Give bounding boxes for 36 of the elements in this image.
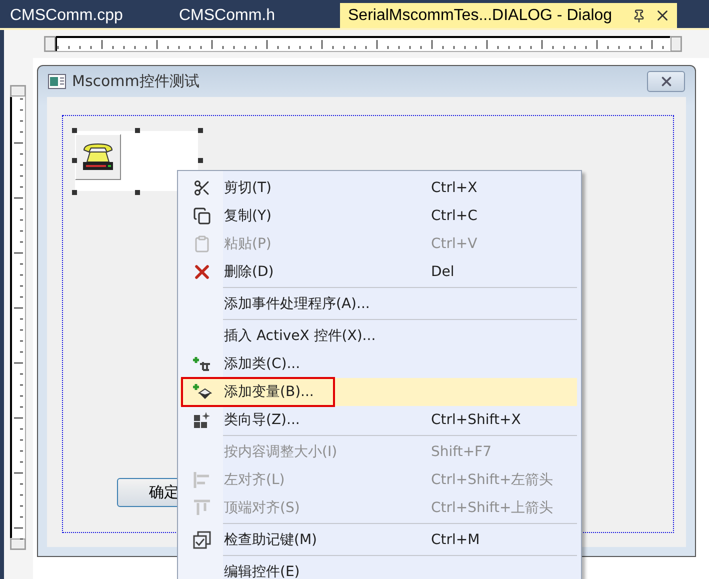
document-tab[interactable]: SerialMscommTes...DIALOG - Dialog [340,3,678,28]
menu-item[interactable]: 添加事件处理程序(A)... [180,290,577,318]
window-icon [48,74,66,89]
resize-handle[interactable] [72,190,77,195]
menu-item[interactable]: 复制(Y) Ctrl+C [180,202,577,230]
menu-item[interactable]: 编辑控件(E) [180,558,577,579]
menu-item[interactable]: 删除(D) Del [180,258,577,286]
clipboard-icon [192,235,210,253]
check-icon [192,531,210,549]
close-button[interactable] [647,71,685,92]
resize-handle[interactable] [135,128,140,133]
resize-handle[interactable] [72,128,77,133]
class-wizard-icon [192,411,210,429]
menu-item[interactable]: 类向导(Z)... Ctrl+Shift+X [180,406,577,434]
menu-item[interactable]: 添加类(C)... [180,350,577,378]
telephone-icon [81,142,115,172]
menu-item[interactable]: 检查助记键(M) Ctrl+M [180,526,577,554]
dialog-title: Mscomm控件测试 [72,72,200,91]
add-variable-icon [192,383,212,401]
align-top-icon [192,499,210,517]
copy-icon [192,207,210,225]
resize-handle[interactable] [198,158,203,163]
activex-control[interactable] [75,131,198,191]
menu-item[interactable]: 插入 ActiveX 控件(X)... [180,322,577,350]
menu-item[interactable]: 添加变量(B)... [180,378,577,406]
resize-handle[interactable] [135,190,140,195]
menu-item[interactable]: 剪切(T) Ctrl+X [180,174,577,202]
pin-icon[interactable] [632,8,646,22]
add-class-icon [192,356,212,372]
phone-button[interactable] [75,134,121,180]
align-left-icon [192,471,210,489]
resize-handle[interactable] [72,158,77,163]
scissors-icon [192,179,210,197]
document-tab[interactable]: CMSComm.h [171,3,340,28]
resize-handle[interactable] [198,128,203,133]
document-tab[interactable]: CMSComm.cpp [2,3,171,28]
